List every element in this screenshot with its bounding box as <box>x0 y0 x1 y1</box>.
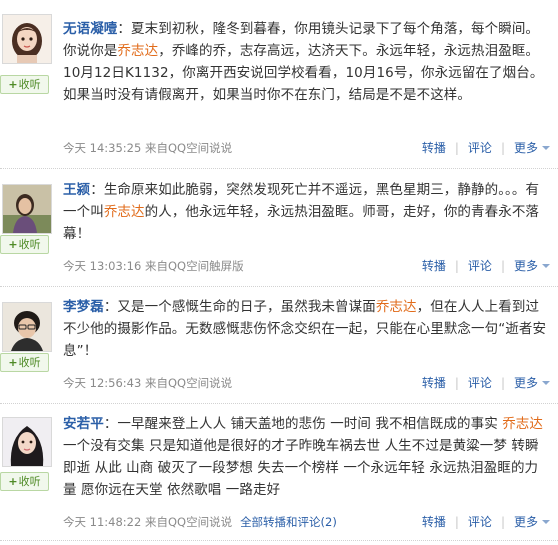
listen-button[interactable]: +收听 <box>0 75 49 94</box>
comment-button[interactable]: 评论 <box>468 141 492 155</box>
chevron-down-icon <box>542 520 550 524</box>
avatar[interactable] <box>2 417 52 467</box>
post-content: 李梦磊：又是一个感慨生命的日子，虽然我未曾谋面乔志达，但在人人上看到过不少他的摄… <box>63 299 547 359</box>
plus-icon: + <box>8 78 18 91</box>
repost-button[interactable]: 转播 <box>422 376 446 390</box>
repost-button[interactable]: 转播 <box>422 141 446 155</box>
all-reposts-comments-link[interactable]: 全部转播和评论(2) <box>240 515 337 529</box>
post-time: 今天 11:48:22 来自QQ空间说说 <box>63 515 233 529</box>
post-text: 又是一个感慨生命的日子，虽然我未曾谋面 <box>117 299 376 315</box>
divider <box>0 168 558 169</box>
post-meta: 今天 13:03:16 来自QQ空间触屏版 转播 | 评论 | 更多 <box>63 257 550 275</box>
divider <box>0 286 558 287</box>
repost-button[interactable]: 转播 <box>422 515 446 529</box>
more-button[interactable]: 更多 <box>514 515 550 529</box>
listen-button[interactable]: +收听 <box>0 353 49 372</box>
chevron-down-icon <box>542 264 550 268</box>
avatar[interactable] <box>2 302 52 352</box>
listen-button[interactable]: +收听 <box>0 472 49 491</box>
post-meta: 今天 12:56:43 来自QQ空间说说 转播 | 评论 | 更多 <box>63 374 550 392</box>
more-button[interactable]: 更多 <box>514 376 550 390</box>
author-name[interactable]: 李梦磊 <box>63 299 104 315</box>
mention-link[interactable]: 乔志达 <box>117 43 158 59</box>
listen-button[interactable]: +收听 <box>0 235 49 254</box>
post-time: 今天 12:56:43 来自QQ空间说说 <box>63 376 233 390</box>
post-actions: 转播 | 评论 | 更多 <box>422 139 550 157</box>
post-content: 王颍：生命原来如此脆弱，突然发现死亡并不遥远，黑色星期三，静静的。。。有一个叫乔… <box>63 182 540 242</box>
post-actions: 转播 | 评论 | 更多 <box>422 257 550 275</box>
more-button[interactable]: 更多 <box>514 259 550 273</box>
post-content: 无语凝噎：夏末到初秋，隆冬到暮春，你用镜头记录下了每个角落，每个瞬间。你说你是乔… <box>63 21 544 103</box>
comment-button[interactable]: 评论 <box>468 515 492 529</box>
post-time: 今天 13:03:16 来自QQ空间触屏版 <box>63 259 244 273</box>
chevron-down-icon <box>542 381 550 385</box>
post-actions: 转播 | 评论 | 更多 <box>422 513 550 531</box>
plus-icon: + <box>8 356 18 369</box>
divider <box>0 540 558 541</box>
post-text: 一个没有交集 只是知道他是很好的才子昨晚车祸去世 人生不过是黄粱一梦 转瞬即逝 … <box>63 438 539 498</box>
comment-button[interactable]: 评论 <box>468 259 492 273</box>
post-text: 一早醒来登上人人 铺天盖地的悲伤 一时间 我不相信既成的事实 <box>117 416 503 432</box>
plus-icon: + <box>8 238 18 251</box>
post-meta: 今天 11:48:22 来自QQ空间说说 全部转播和评论(2) 转播 | 评论 | 更多 <box>63 513 550 531</box>
chevron-down-icon <box>542 146 550 150</box>
post-content: 安若平：一早醒来登上人人 铺天盖地的悲伤 一时间 我不相信既成的事实 乔志达 一… <box>63 416 543 498</box>
post-actions: 转播 | 评论 | 更多 <box>422 374 550 392</box>
author-name[interactable]: 无语凝噎 <box>63 21 117 37</box>
avatar[interactable] <box>2 184 52 234</box>
author-name[interactable]: 王颍 <box>63 182 90 198</box>
avatar[interactable] <box>2 14 52 64</box>
mention-link[interactable]: 乔志达 <box>502 416 543 432</box>
mention-link[interactable]: 乔志达 <box>104 204 145 220</box>
divider <box>0 403 558 404</box>
more-button[interactable]: 更多 <box>514 141 550 155</box>
post-time: 今天 14:35:25 来自QQ空间说说 <box>63 141 233 155</box>
author-name[interactable]: 安若平 <box>63 416 104 432</box>
post-meta: 今天 14:35:25 来自QQ空间说说 转播 | 评论 | 更多 <box>63 139 550 157</box>
plus-icon: + <box>8 475 18 488</box>
mention-link[interactable]: 乔志达 <box>376 299 417 315</box>
repost-button[interactable]: 转播 <box>422 259 446 273</box>
comment-button[interactable]: 评论 <box>468 376 492 390</box>
